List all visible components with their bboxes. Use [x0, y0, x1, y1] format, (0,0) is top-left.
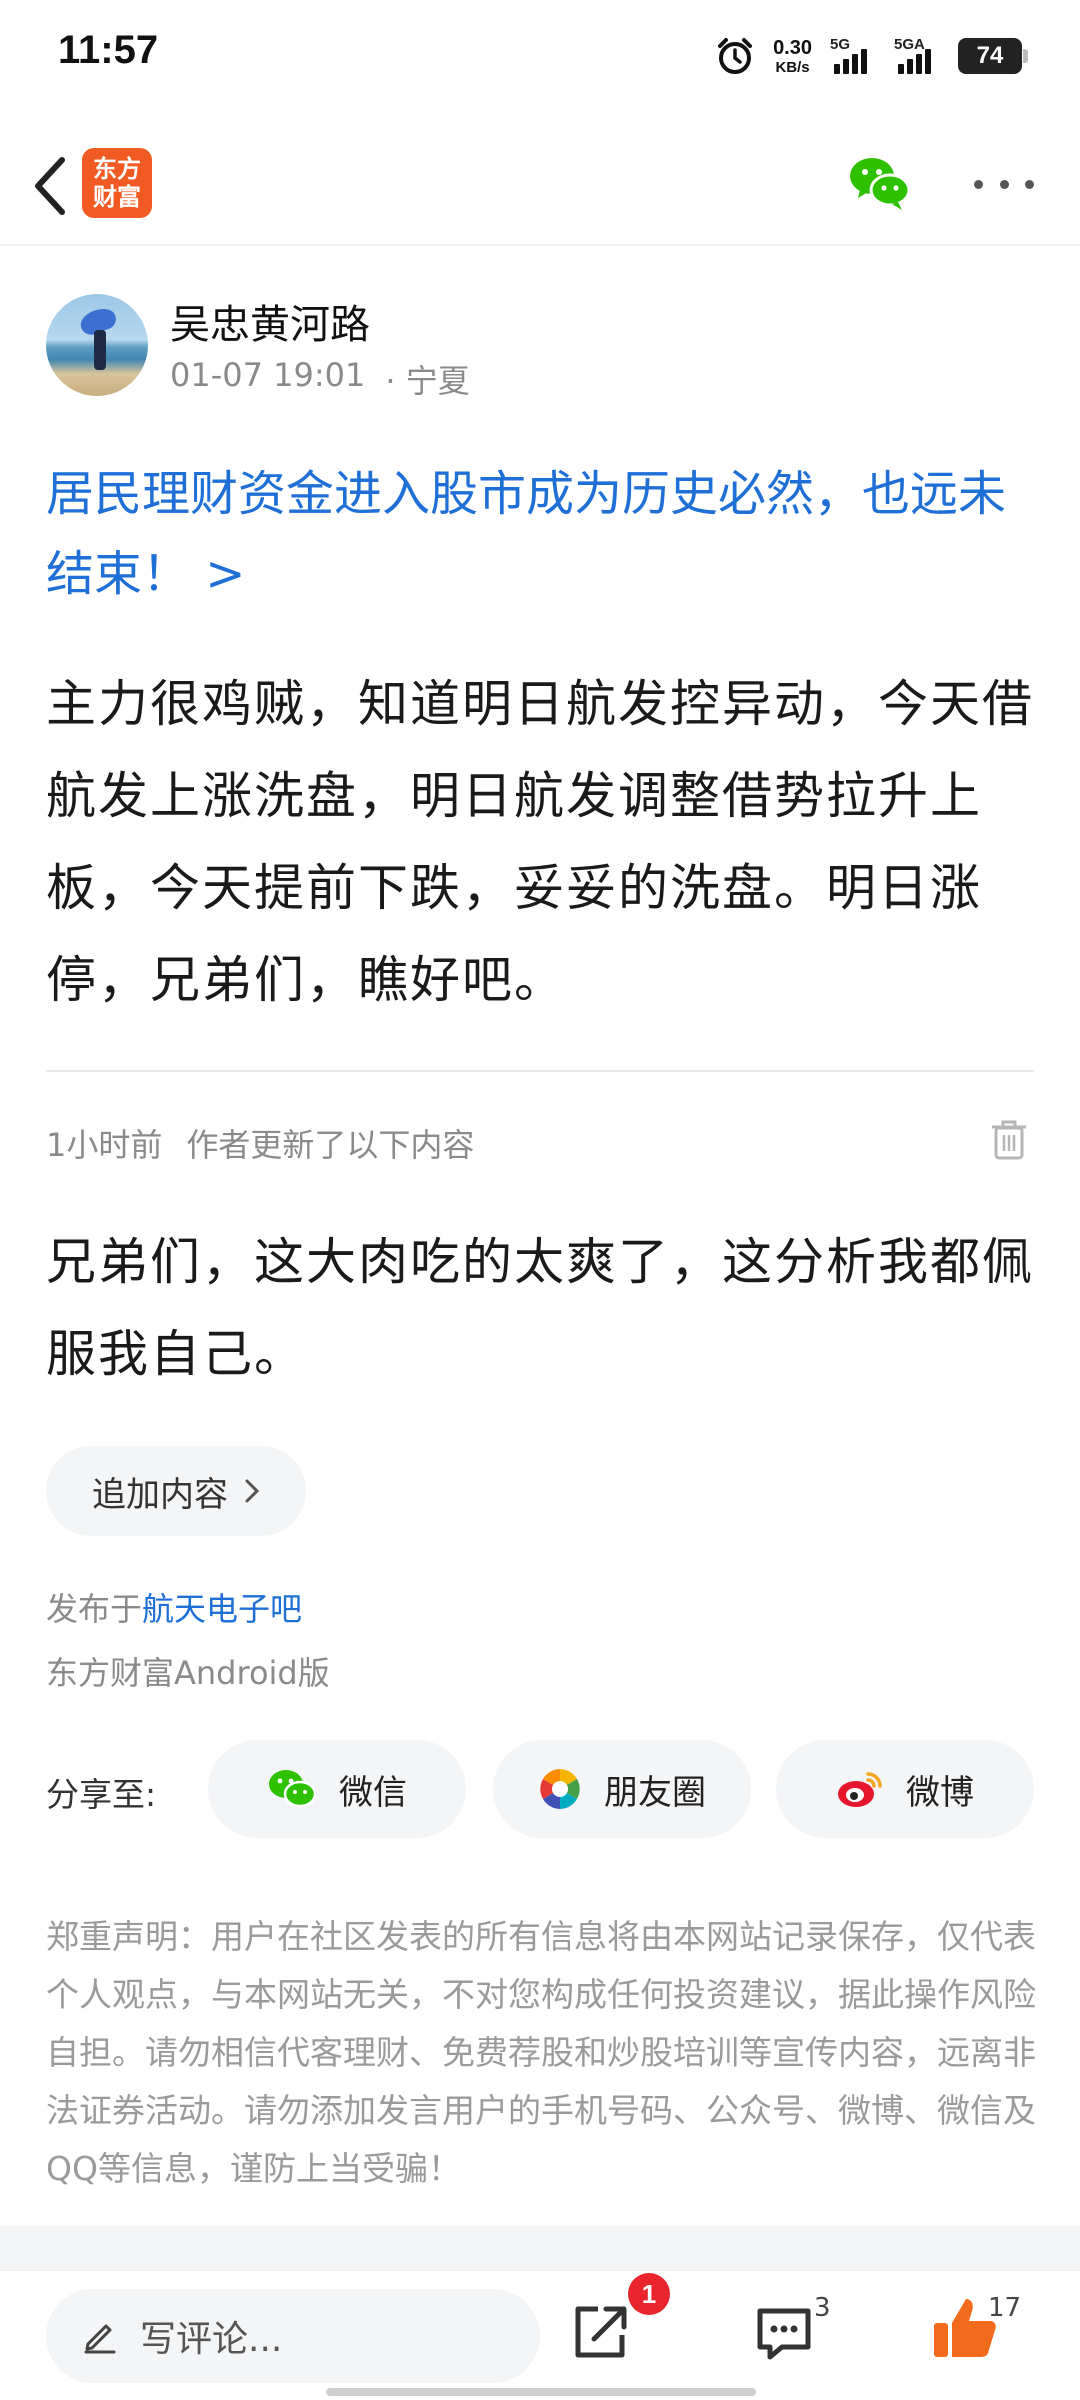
pencil-icon — [84, 2324, 116, 2354]
net-speed-unit: KB/s — [775, 58, 810, 76]
share-weibo-button[interactable]: 微博 — [776, 1740, 1034, 1838]
share-icon[interactable] — [568, 2299, 632, 2363]
moments-icon — [540, 1769, 580, 1809]
share-weibo-label: 微博 — [906, 1772, 974, 1813]
comment-input[interactable]: 写评论... — [46, 2289, 540, 2383]
battery-icon: 74 — [958, 38, 1028, 74]
published-prefix: 发布于 — [46, 1590, 143, 1628]
update-body: 兄弟们，这大肉吃的太爽了，这分析我都佩服我自己。 — [46, 1233, 1034, 1383]
share-label: 分享至: — [46, 1775, 157, 1814]
post-location: · 宁夏 — [385, 362, 470, 400]
share-badge: 1 — [628, 2273, 670, 2315]
weibo-icon — [838, 1772, 882, 1807]
comment-icon[interactable] — [752, 2301, 816, 2365]
bottom-action-bar: 写评论... 1 3 17 — [0, 2270, 1080, 2400]
share-wechat-label: 微信 — [339, 1772, 407, 1813]
share-moments-button[interactable]: 朋友圈 — [493, 1740, 751, 1838]
status-icons: 0.30 KB/s 5G 5GA 74 — [715, 30, 1028, 82]
post-meta: 01-07 19:01 · 宁夏 — [170, 356, 470, 402]
chevron-right-icon — [245, 1479, 260, 1503]
share-moments-label: 朋友圈 — [604, 1772, 706, 1813]
comment-placeholder: 写评论... — [140, 2319, 283, 2360]
append-content-button[interactable]: 追加内容 — [46, 1446, 306, 1536]
top-nav-bar: 东方 财富 — [0, 130, 1080, 246]
share-row: 分享至: 微信 朋友圈 微博 — [0, 1740, 1080, 1838]
more-options-icon[interactable] — [974, 164, 1034, 204]
author-name[interactable]: 吴忠黄河路 — [170, 292, 370, 350]
status-time: 11:57 — [58, 28, 159, 72]
update-meta: 1小时前 作者更新了以下内容 — [46, 1120, 474, 1166]
like-count: 17 — [988, 2293, 1022, 2323]
divider — [46, 1070, 1034, 1072]
back-arrow-icon — [35, 157, 65, 215]
disclaimer: 郑重声明：用户在社区发表的所有信息将由本网站记录保存，仅代表个人观点，与本网站无… — [46, 1917, 1036, 2188]
section-separator — [0, 2226, 1080, 2270]
share-wechat-button[interactable]: 微信 — [208, 1740, 466, 1838]
signal-5g-icon: 5G — [830, 36, 876, 76]
published-in: 发布于航天电子吧 — [46, 1584, 302, 1630]
comment-count: 3 — [814, 2293, 831, 2323]
post-body: 主力很鸡贼，知道明日航发控异动，今天借航发上涨洗盘，明日航发调整借势拉升上板，今… — [46, 675, 1034, 1009]
battery-level: 74 — [976, 42, 1004, 69]
client-version: 东方财富Android版 — [46, 1654, 330, 1692]
logo-line-2: 财富 — [93, 183, 141, 211]
update-time: 1小时前 — [46, 1126, 163, 1164]
back-button[interactable] — [20, 150, 80, 222]
alarm-icon — [718, 38, 753, 74]
update-label: 作者更新了以下内容 — [186, 1126, 475, 1164]
related-article-link[interactable]: 居民理财资金进入股市成为历史必然，也远未结束！ > — [46, 454, 1036, 614]
eastmoney-logo[interactable]: 东方 财富 — [82, 148, 152, 218]
post-datetime: 01-07 19:01 — [170, 356, 366, 394]
home-indicator[interactable] — [326, 2388, 756, 2396]
append-content-label: 追加内容 — [92, 1474, 228, 1515]
logo-line-1: 东方 — [93, 155, 141, 183]
status-bar: 11:57 0.30 KB/s 5G 5GA 74 — [0, 0, 1080, 112]
signal-5ga-icon: 5GA — [894, 36, 940, 76]
net-speed-value: 0.30 — [773, 36, 812, 59]
wechat-icon — [269, 1770, 317, 1808]
trash-icon[interactable] — [990, 1118, 1028, 1162]
forum-link[interactable]: 航天电子吧 — [142, 1590, 302, 1628]
net-speed: 0.30 KB/s — [773, 38, 812, 75]
avatar[interactable] — [46, 294, 148, 396]
wechat-icon[interactable] — [846, 150, 912, 216]
